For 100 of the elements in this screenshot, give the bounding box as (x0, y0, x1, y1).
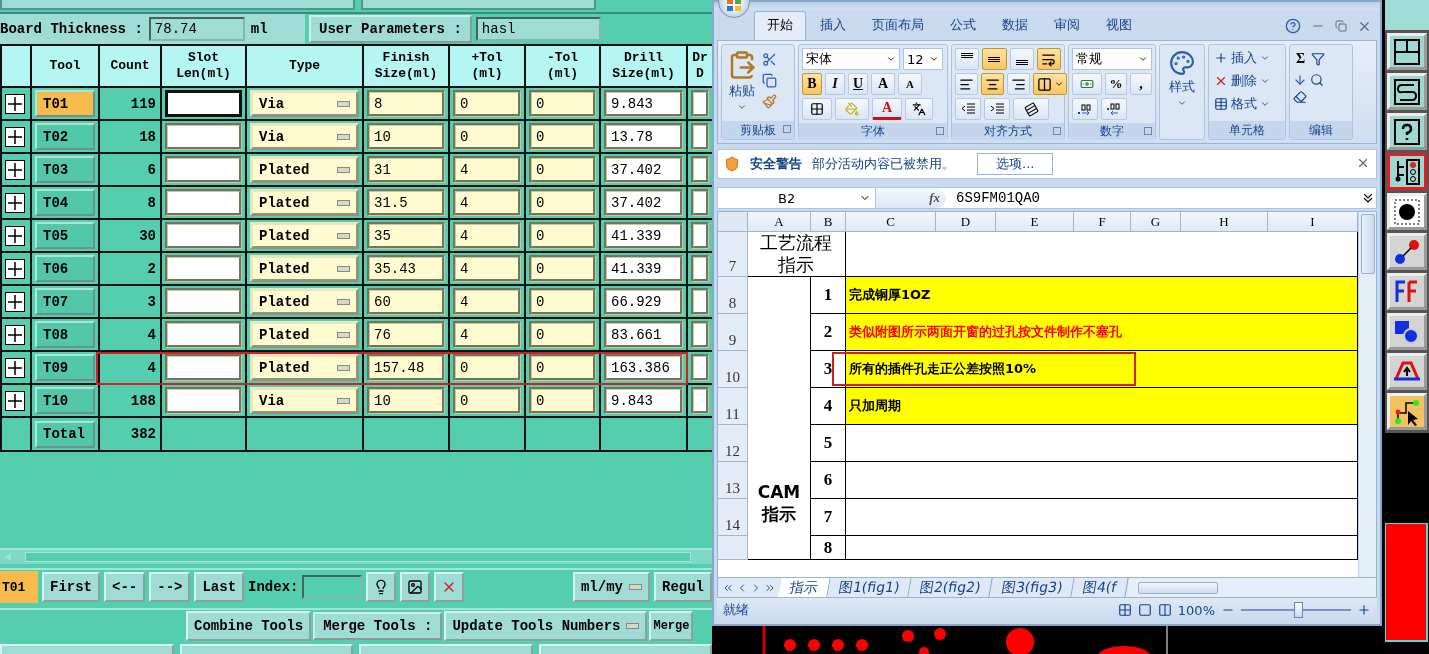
drill-size-field[interactable]: 66.929 (604, 288, 683, 315)
finish-size-field[interactable]: 76 (367, 321, 445, 348)
decrease-decimal-button[interactable] (1101, 98, 1127, 120)
percent-button[interactable]: % (1105, 73, 1127, 95)
plus-tolerance-field[interactable]: 4 (453, 255, 521, 282)
ribbon-tab[interactable]: 页面布局 (860, 12, 936, 40)
drill-size-field[interactable]: 9.843 (604, 387, 683, 414)
cells-menu-button[interactable]: 格式 (1212, 94, 1282, 114)
drill-size-field[interactable]: 9.843 (604, 90, 683, 117)
merge-align-button[interactable] (1033, 73, 1067, 95)
format-button[interactable]: U (848, 73, 868, 95)
type-dropdown[interactable]: Via (250, 123, 359, 150)
sum-button[interactable]: Σ (1293, 48, 1309, 70)
unit-dropdown[interactable]: ml/my (572, 572, 650, 602)
hint-button[interactable] (366, 572, 397, 602)
finish-size-field[interactable]: 10 (367, 123, 445, 150)
minus-tolerance-field[interactable]: 0 (529, 255, 596, 282)
expand-button[interactable] (5, 357, 25, 378)
center-align-button[interactable] (981, 73, 1004, 95)
drill-field[interactable] (691, 255, 709, 282)
shrink-font-button[interactable]: A (898, 73, 922, 95)
drill-size-field[interactable]: 37.402 (604, 156, 683, 183)
drill-field[interactable] (691, 90, 709, 117)
expand-button[interactable] (5, 192, 25, 213)
sheet-tab[interactable]: 图1(fig1) (827, 578, 913, 597)
font-size-field[interactable]: 12 (903, 48, 943, 70)
slider-thumb[interactable] (1294, 602, 1304, 618)
drill-size-field[interactable]: 41.339 (604, 255, 683, 282)
finish-size-field[interactable]: 35.43 (367, 255, 445, 282)
plus-tolerance-field[interactable]: 0 (453, 354, 521, 381)
finish-size-field[interactable]: 31.5 (367, 189, 445, 216)
type-dropdown[interactable]: Via (250, 90, 359, 117)
vertical-scrollbar[interactable] (1358, 212, 1376, 577)
orientation-button[interactable] (1013, 98, 1049, 120)
ribbon-tab[interactable]: 视图 (1094, 12, 1144, 40)
type-dropdown[interactable]: Plated (250, 189, 359, 216)
row-header[interactable]: 14 (718, 499, 748, 536)
cells-menu-button[interactable]: 删除 (1212, 71, 1282, 91)
finish-size-field[interactable]: 60 (367, 288, 445, 315)
comma-button[interactable]: , (1130, 73, 1152, 95)
board-thickness-field[interactable]: 78.74 (148, 17, 245, 41)
minus-tolerance-field[interactable]: 0 (529, 123, 596, 150)
navigation-button[interactable]: <-- (104, 572, 146, 602)
column-header[interactable]: H (1181, 212, 1268, 232)
paste-button[interactable]: 粘贴 (725, 48, 759, 118)
finish-size-field[interactable]: 35 (367, 222, 445, 249)
drill-field[interactable] (691, 222, 709, 249)
type-dropdown[interactable]: Plated (250, 156, 359, 183)
drill-size-field[interactable]: 163.386 (604, 354, 683, 381)
expand-button[interactable] (5, 126, 25, 147)
ribbon-tab[interactable]: 插入 (808, 12, 858, 40)
index-field[interactable] (302, 575, 363, 599)
sheet-tab[interactable]: 指示 (778, 578, 831, 597)
minus-tolerance-field[interactable]: 0 (529, 288, 596, 315)
finish-size-field[interactable]: 31 (367, 156, 445, 183)
horizontal-scrollbar[interactable] (0, 548, 712, 564)
plus-tolerance-field[interactable]: 4 (453, 288, 521, 315)
navigation-button[interactable]: First (42, 572, 100, 602)
minus-tolerance-field[interactable]: 0 (529, 189, 596, 216)
tool-button[interactable]: T05 (35, 222, 95, 249)
drill-field[interactable] (691, 288, 709, 315)
currency-button[interactable] (1072, 73, 1102, 95)
sheet-tab[interactable]: 图4(f (1071, 578, 1130, 597)
borders-button[interactable] (802, 98, 832, 120)
minus-tolerance-field[interactable]: 0 (529, 90, 596, 117)
tool-button[interactable]: T07 (35, 288, 95, 315)
format-button[interactable]: B (802, 73, 822, 95)
plus-tolerance-field[interactable]: 4 (453, 321, 521, 348)
expand-button[interactable] (5, 291, 25, 312)
minus-tolerance-field[interactable]: 0 (529, 387, 596, 414)
phonetic-button[interactable] (905, 98, 933, 120)
finish-size-field[interactable]: 10 (367, 387, 445, 414)
left-align-button[interactable] (955, 73, 978, 95)
column-header[interactable]: F (1074, 212, 1131, 232)
cells-menu-button[interactable]: 插入 (1212, 48, 1282, 68)
bottom-align-button[interactable] (1009, 48, 1034, 70)
expand-button[interactable] (5, 159, 25, 180)
expand-button[interactable] (5, 324, 25, 345)
type-dropdown[interactable]: Via (250, 387, 359, 414)
row-header[interactable]: 7 (718, 232, 748, 277)
middle-align-button[interactable] (982, 48, 1007, 70)
ribbon-tab[interactable]: 审阅 (1042, 12, 1092, 40)
column-header[interactable]: D (936, 212, 996, 232)
minus-tolerance-field[interactable]: 0 (529, 222, 596, 249)
combine-tools-button[interactable]: Combine Tools (186, 611, 312, 641)
drill-field[interactable] (691, 156, 709, 183)
minus-tolerance-field[interactable]: 0 (529, 156, 596, 183)
grow-font-button[interactable]: A (871, 73, 895, 95)
sheet-tab[interactable]: 图2(fig2) (908, 578, 994, 597)
tool-button[interactable]: T01 (35, 90, 95, 117)
row-header[interactable]: 10 (718, 351, 748, 388)
format-button[interactable]: I (825, 73, 845, 95)
regul-button[interactable]: Regul (654, 572, 712, 602)
number-format-field[interactable]: 常规 (1072, 48, 1152, 70)
wrap-align-button[interactable] (1036, 48, 1061, 70)
type-dropdown[interactable]: Plated (250, 354, 359, 381)
plus-tolerance-field[interactable]: 4 (453, 156, 521, 183)
tool-button[interactable]: T09 (35, 354, 95, 381)
navigation-button[interactable]: --> (149, 572, 191, 602)
fill-color-button[interactable] (835, 98, 869, 120)
